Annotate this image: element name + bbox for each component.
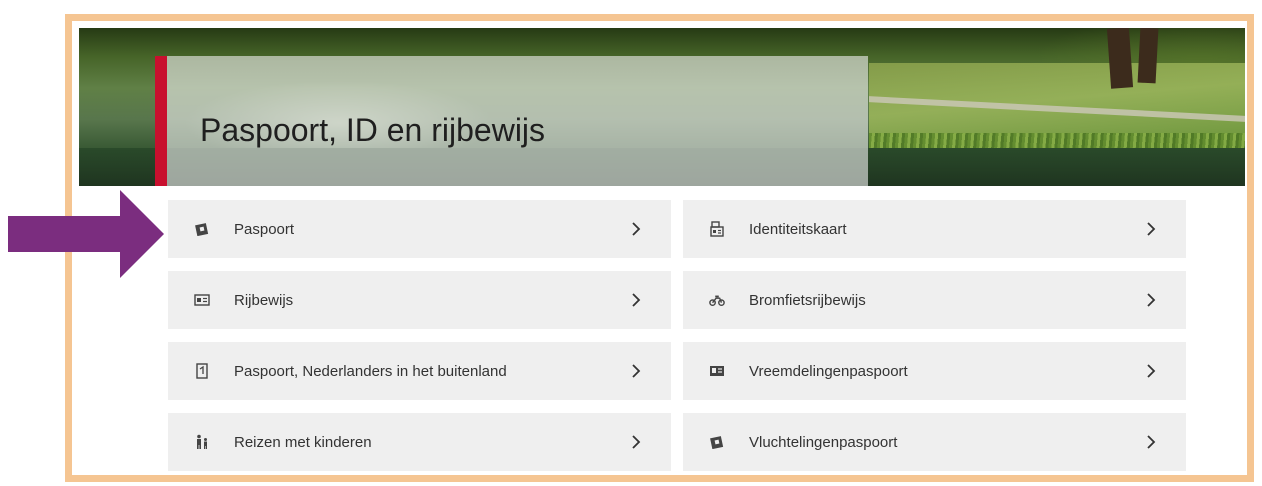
tile-identiteitskaart[interactable]: Identiteitskaart [683, 200, 1186, 258]
tile-label: Vluchtelingenpaspoort [749, 433, 898, 451]
tile-label: Paspoort [234, 220, 295, 238]
chevron-right-icon [1147, 293, 1156, 307]
moped-icon [709, 292, 725, 308]
id-card-icon [709, 221, 725, 237]
tile-label: Reizen met kinderen [234, 433, 372, 451]
tile-label: Paspoort, Nederlanders in het buitenland [234, 362, 507, 380]
chevron-right-icon [632, 222, 641, 236]
chevron-right-icon [632, 435, 641, 449]
chevron-right-icon [1147, 435, 1156, 449]
tile-label: Bromfietsrijbewijs [749, 291, 866, 309]
passport-icon [194, 221, 210, 237]
tile-reizen-met-kinderen[interactable]: Reizen met kinderen [168, 413, 671, 471]
annotation-arrow-icon [8, 190, 164, 278]
tile-paspoort-buitenland[interactable]: Paspoort, Nederlanders in het buitenland [168, 342, 671, 400]
parent-child-icon [194, 434, 210, 450]
title-accent-bar [155, 56, 167, 186]
page-title: Paspoort, ID en rijbewijs [200, 112, 546, 148]
chevron-right-icon [632, 364, 641, 378]
tile-label: Rijbewijs [234, 291, 294, 309]
chevron-right-icon [1147, 364, 1156, 378]
alien-passport-icon [709, 363, 725, 379]
tile-label: Identiteitskaart [749, 220, 847, 238]
chevron-right-icon [1147, 222, 1156, 236]
tile-paspoort[interactable]: Paspoort [168, 200, 671, 258]
drivers-license-icon [194, 292, 210, 308]
tile-rijbewijs[interactable]: Rijbewijs [168, 271, 671, 329]
tile-bromfietsrijbewijs[interactable]: Bromfietsrijbewijs [683, 271, 1186, 329]
document-icon [194, 363, 210, 379]
tile-vluchtelingenpaspoort[interactable]: Vluchtelingenpaspoort [683, 413, 1186, 471]
tile-label: Vreemdelingenpaspoort [749, 362, 908, 380]
tile-vreemdelingenpaspoort[interactable]: Vreemdelingenpaspoort [683, 342, 1186, 400]
refugee-passport-icon [709, 434, 725, 450]
chevron-right-icon [632, 293, 641, 307]
